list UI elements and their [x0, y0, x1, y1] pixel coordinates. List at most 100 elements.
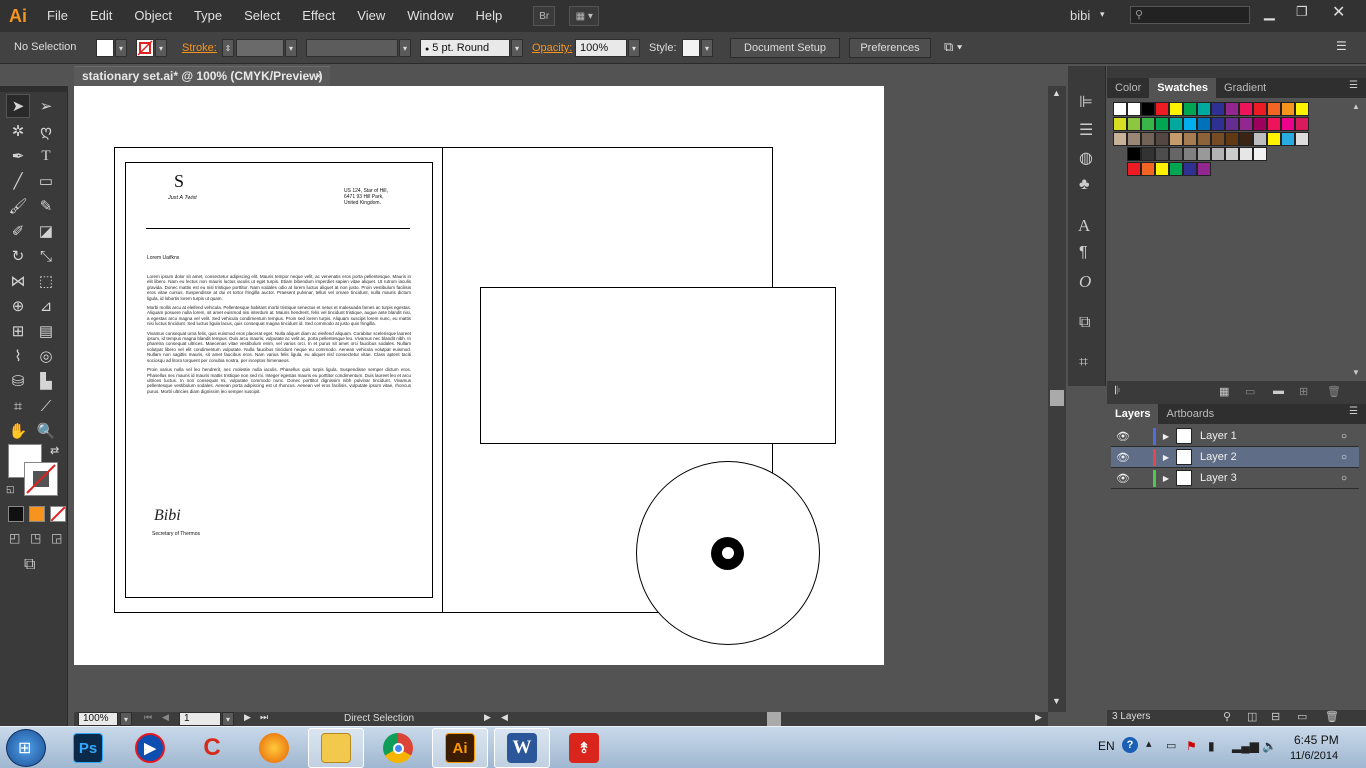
symbol-sprayer-tool[interactable]: ⛁ [6, 369, 30, 393]
target-circle-icon[interactable]: ○ [1341, 452, 1359, 463]
magic-wand-tool[interactable]: ✲ [6, 119, 30, 143]
pathfinder-panel-icon[interactable]: ⧉ [1079, 314, 1090, 332]
zoom-tool[interactable]: 🔍 [34, 419, 58, 443]
color-swatch[interactable] [1141, 147, 1155, 161]
color-swatch[interactable] [1183, 162, 1197, 176]
character-panel-icon[interactable]: A [1078, 216, 1090, 236]
color-swatch[interactable] [1197, 132, 1211, 146]
stroke-weight-field[interactable] [236, 39, 284, 57]
color-swatch[interactable] [1295, 132, 1309, 146]
eyedropper-tool[interactable]: ⌇ [6, 344, 30, 368]
taskbar-word[interactable]: W [494, 728, 550, 768]
stroke-stepper[interactable]: ⇕ [222, 39, 234, 57]
menu-type[interactable]: Type [183, 0, 233, 32]
color-swatch[interactable] [1267, 132, 1281, 146]
slice-tool[interactable]: ⟋ [34, 394, 58, 418]
scroll-right-icon[interactable]: ▶ [1035, 712, 1042, 723]
tray-app-icon[interactable]: ▭ [1166, 739, 1176, 752]
stroke-dropdown[interactable]: ▾ [155, 39, 167, 57]
minimize-icon[interactable]: ▁ [1264, 4, 1275, 21]
search-input[interactable]: ⚲ [1130, 6, 1250, 24]
letterhead-page[interactable]: S Just A Twist US 124, Star of Hill, 647… [125, 162, 433, 598]
draw-inside-icon[interactable]: ◲ [51, 531, 62, 545]
artboard[interactable]: S Just A Twist US 124, Star of Hill, 647… [74, 86, 884, 665]
tab-color[interactable]: Color [1107, 78, 1149, 98]
color-swatch[interactable] [1155, 147, 1169, 161]
layers-menu-icon[interactable]: ☰ [1349, 406, 1358, 417]
close-icon[interactable]: ✕ [1332, 2, 1345, 22]
draw-behind-icon[interactable]: ◳ [30, 531, 41, 545]
variable-width-dropdown[interactable]: ▾ [399, 39, 411, 57]
color-swatch[interactable] [1197, 117, 1211, 131]
close-tab-icon[interactable]: × [315, 67, 322, 86]
color-swatch[interactable] [1141, 132, 1155, 146]
mesh-tool[interactable]: ⊞ [6, 319, 30, 343]
clock-time[interactable]: 6:45 PM [1294, 733, 1339, 747]
scroll-up-icon[interactable]: ▲ [1052, 88, 1061, 98]
action-center-icon[interactable]: ⚑ [1186, 739, 1197, 753]
swatch-libraries-icon[interactable]: 𝄆 [1115, 385, 1120, 398]
color-swatch[interactable] [1127, 162, 1141, 176]
last-artboard-icon[interactable]: ⏭ [260, 712, 268, 723]
stroke-swatch[interactable] [136, 39, 154, 57]
color-swatch[interactable] [1169, 117, 1183, 131]
arrange-icon[interactable]: ⧉ ▾ [944, 39, 962, 55]
opacity-field[interactable]: 100% [575, 39, 627, 57]
help-icon[interactable]: ? [1122, 737, 1138, 753]
stroke-panel-icon[interactable]: ☰ [1079, 120, 1093, 140]
tray-expand-icon[interactable]: ▴ [1146, 737, 1152, 750]
rotate-tool[interactable]: ↻ [6, 244, 30, 268]
paragraph-panel-icon[interactable]: ¶ [1079, 244, 1088, 262]
align-panel-icon[interactable]: ⊫ [1079, 92, 1093, 112]
color-swatch[interactable] [1225, 132, 1239, 146]
artboard-number-field[interactable]: 1 [179, 712, 221, 726]
tab-layers[interactable]: Layers [1107, 404, 1159, 424]
color-swatch[interactable] [1239, 117, 1253, 131]
color-swatch[interactable] [1253, 132, 1267, 146]
pen-tool[interactable]: ✒ [6, 144, 30, 168]
color-swatch[interactable] [1113, 102, 1127, 116]
locate-object-icon[interactable]: ⚲ [1223, 710, 1231, 723]
signal-icon[interactable]: ▂▄▆ [1232, 739, 1259, 753]
opentype-panel-icon[interactable]: O [1079, 272, 1091, 292]
transform-panel-icon[interactable]: ⌗ [1079, 354, 1088, 372]
pencil-tool[interactable]: ✎ [34, 194, 58, 218]
eraser-tool[interactable]: ◪ [34, 219, 58, 243]
language-indicator[interactable]: EN [1098, 739, 1115, 753]
blend-tool[interactable]: ◎ [34, 344, 58, 368]
color-swatch[interactable] [1281, 132, 1295, 146]
default-colors-icon[interactable]: ◱ [6, 484, 15, 495]
swatch-scroll-down-icon[interactable]: ▼ [1352, 368, 1360, 377]
color-swatch[interactable] [1197, 102, 1211, 116]
brush-dropdown[interactable]: ▾ [511, 39, 523, 57]
layer-name[interactable]: Layer 1 [1200, 430, 1341, 442]
gradient-mode-button[interactable] [29, 506, 45, 522]
color-swatch[interactable] [1225, 147, 1239, 161]
swatch-scroll-up-icon[interactable]: ▲ [1352, 102, 1360, 111]
brush-field[interactable]: ● 5 pt. Round [420, 39, 510, 57]
document-tab[interactable]: stationary set.ai* @ 100% (CMYK/Preview)… [74, 66, 330, 86]
scale-tool[interactable]: ⤡ [34, 244, 58, 268]
color-swatch[interactable] [1141, 102, 1155, 116]
new-color-group-icon[interactable]: ▬ [1273, 385, 1284, 397]
vertical-scroll-thumb[interactable] [1050, 390, 1064, 406]
horizontal-scroll-thumb[interactable] [767, 712, 781, 726]
workspace-user[interactable]: bibi [1070, 8, 1090, 23]
free-transform-tool[interactable]: ⬚ [34, 269, 58, 293]
color-swatch[interactable] [1141, 117, 1155, 131]
vertical-scrollbar[interactable]: ▲ ▼ [1048, 86, 1066, 712]
eye-icon[interactable]: 👁 [1111, 472, 1135, 485]
color-swatch[interactable] [1239, 147, 1253, 161]
tab-gradient[interactable]: Gradient [1216, 78, 1274, 98]
color-swatch[interactable] [1169, 147, 1183, 161]
scroll-down-icon[interactable]: ▼ [1052, 696, 1061, 706]
color-swatch[interactable] [1295, 102, 1309, 116]
color-swatch[interactable] [1225, 102, 1239, 116]
eye-icon[interactable]: 👁 [1111, 430, 1135, 443]
rectangle-tool[interactable]: ▭ [34, 169, 58, 193]
color-swatch[interactable] [1197, 147, 1211, 161]
menu-object[interactable]: Object [123, 0, 183, 32]
start-button[interactable]: ⊞ [6, 729, 46, 767]
menu-edit[interactable]: Edit [79, 0, 123, 32]
color-swatch[interactable] [1225, 117, 1239, 131]
